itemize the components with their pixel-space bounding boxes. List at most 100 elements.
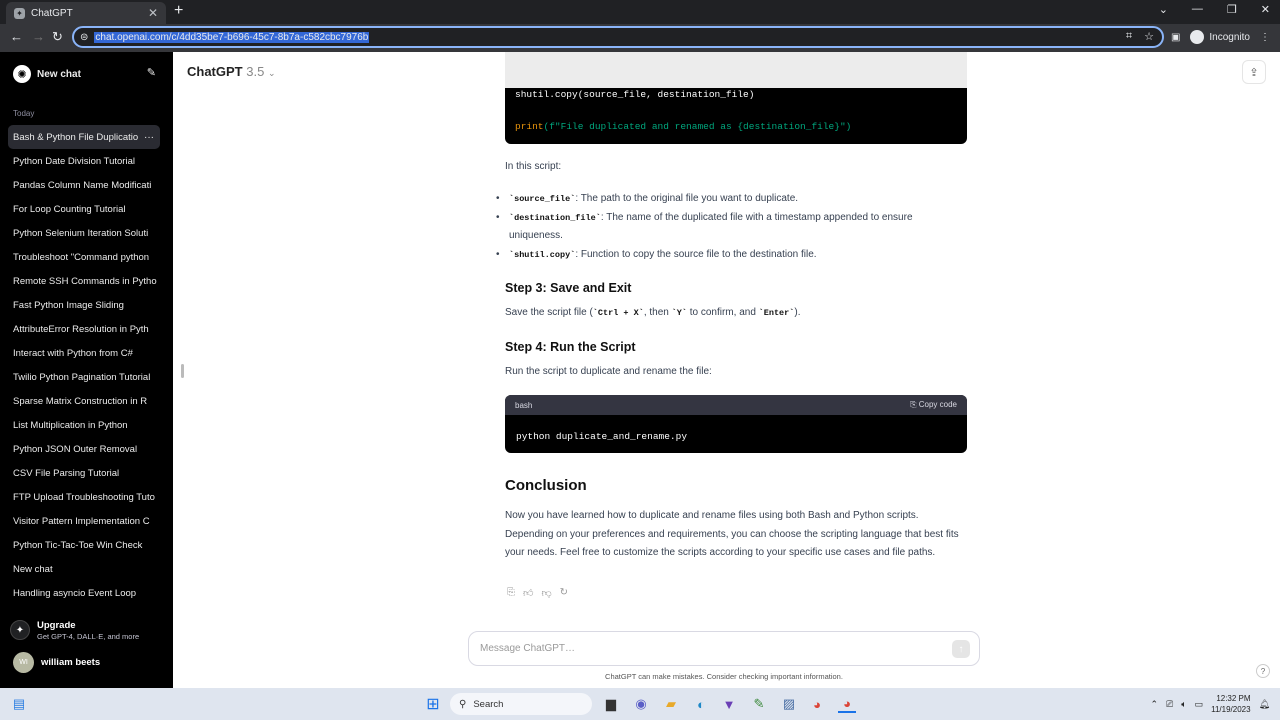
site-info-icon[interactable]: ⊜ [80, 32, 88, 43]
windows-start-icon[interactable]: ⊞ [424, 695, 442, 713]
incognito-eye-icon[interactable]: ⌗ [1126, 30, 1132, 43]
code-line: python duplicate_and_rename.py [516, 431, 688, 442]
incognito-profile-button[interactable]: Incognito [1190, 30, 1250, 44]
history-item[interactable]: New chat [8, 557, 160, 581]
history-item[interactable]: Python Tic-Tac-Toe Win Check [8, 533, 160, 557]
history-item[interactable]: Sparse Matrix Construction in R [8, 389, 160, 413]
code-block-header: bash ⎘ Copy code [505, 395, 967, 415]
close-window-icon[interactable]: ✕ [1261, 3, 1270, 16]
compose-icon[interactable]: ✎ [147, 66, 156, 79]
minimize-icon[interactable]: — [1192, 3, 1203, 16]
send-icon[interactable]: ↑ [952, 640, 970, 658]
history-item-label: Interact with Python from C# [13, 347, 133, 359]
sidebar-toggle-handle[interactable] [181, 364, 184, 378]
volume-icon[interactable]: 🔈︎ [1181, 699, 1186, 710]
url-text[interactable]: chat.openai.com/c/4dd35be7-b696-45c7-8b7… [94, 31, 370, 43]
thumbs-down-icon[interactable]: 👎︎ [541, 587, 551, 599]
history-item-label: List Multiplication in Python [13, 419, 128, 431]
browser-tab[interactable]: ✦ ChatGPT ✕ [6, 2, 166, 24]
task-view-icon[interactable]: ▆ [602, 695, 620, 713]
close-tab-icon[interactable]: ✕ [148, 6, 158, 20]
history-item[interactable]: Interact with Python from C# [8, 341, 160, 365]
bullet-list: `source_file`: The path to the original … [496, 190, 960, 264]
history-item[interactable]: FTP Upload Troubleshooting Tuto [8, 485, 160, 509]
new-chat-button[interactable]: ✺ New chat ✎ [8, 62, 166, 86]
notification-bell-icon[interactable]: 🔔︎ [1259, 699, 1270, 710]
help-icon[interactable]: ? [1256, 664, 1270, 678]
history-item-label: Python Selenium Iteration Soluti [13, 227, 149, 239]
paragraph: In this script: [505, 161, 562, 172]
browser-toolbar: ← → ↻ ⊜ chat.openai.com/c/4dd35be7-b696-… [0, 24, 1280, 52]
history-item[interactable]: Handling asyncio Event Loop [8, 581, 160, 605]
chat-app-icon[interactable]: ◉ [632, 695, 650, 713]
reload-icon[interactable]: ↻ [52, 29, 63, 45]
file-explorer-icon[interactable]: ▰ [662, 695, 680, 713]
side-panel-icon[interactable]: ▣ [1171, 32, 1180, 43]
window-controls: ⌄ — ❐ ✕ [1159, 3, 1270, 16]
image-viewer-icon[interactable]: ▨ [780, 695, 798, 713]
chrome-icon[interactable]: ◕ [808, 695, 826, 713]
text: Save the script file ( [505, 307, 593, 318]
history-item[interactable]: Python Date Division Tutorial [8, 149, 160, 173]
step3-paragraph: Save the script file (`Ctrl + X`, then `… [505, 304, 960, 323]
incognito-label: Incognito [1209, 31, 1250, 43]
history-item[interactable]: Twilio Python Pagination Tutorial [8, 365, 160, 389]
search-icon: ⚲ [459, 698, 467, 710]
inline-code: `shutil.copy` [509, 249, 576, 260]
history-item[interactable]: Python Selenium Iteration Soluti [8, 221, 160, 245]
edge-icon[interactable]: ◐ [692, 695, 710, 713]
code-block-faded-area [505, 52, 967, 88]
code-block-python: shutil.copy(source_file, destination_fil… [505, 52, 967, 144]
incognito-icon [1190, 30, 1205, 44]
back-icon[interactable]: ← [10, 29, 23, 44]
inline-code: `Ctrl + X` [592, 308, 644, 318]
step4-paragraph: Run the script to duplicate and rename t… [505, 366, 712, 377]
user-menu-button[interactable]: WI william beets [13, 652, 100, 673]
history-item[interactable]: Python JSON Outer Removal [8, 437, 160, 461]
history-item[interactable]: Pandas Column Name Modificati [8, 173, 160, 197]
history-item[interactable]: Fast Python Image Sliding [8, 293, 160, 317]
battery-icon[interactable]: ▭ [1195, 699, 1204, 710]
more-options-icon[interactable]: ··· [140, 131, 154, 143]
code-string: (f"File duplicated and renamed as {desti… [543, 121, 852, 132]
address-bar[interactable]: ⊜ chat.openai.com/c/4dd35be7-b696-45c7-8… [72, 26, 1164, 48]
bookmark-star-icon[interactable]: ☆ [1144, 30, 1154, 43]
history-item-label: Twilio Python Pagination Tutorial [13, 371, 151, 383]
upgrade-subtitle: Get GPT-4, DALL·E, and more [37, 632, 140, 641]
app-triangle-icon[interactable]: ▼ [720, 695, 738, 713]
history-item[interactable]: AttributeError Resolution in Pyth [8, 317, 160, 341]
history-item[interactable]: CSV File Parsing Tutorial [8, 461, 160, 485]
history-item[interactable]: Bash & Python File Duplicatio ··· [8, 125, 160, 149]
history-item[interactable]: Remote SSH Commands in Pytho [8, 269, 160, 293]
restore-icon[interactable]: ❐ [1227, 3, 1237, 16]
history-item[interactable]: Troubleshoot "Command python [8, 245, 160, 269]
model-version: 3.5 [246, 64, 265, 79]
sparkle-icon: ✦ [10, 620, 30, 640]
forward-icon[interactable]: → [32, 29, 45, 44]
chat-main: ChatGPT 3.5 ⌄ ⇪ shutil.copy(source_file,… [173, 52, 1280, 688]
step3-heading: Step 3: Save and Exit [505, 281, 632, 295]
share-icon[interactable]: ⇪ [1242, 60, 1266, 84]
message-input[interactable]: Message ChatGPT… ↑ [468, 631, 980, 666]
regenerate-icon[interactable]: ↻ [560, 587, 568, 599]
chevron-up-icon[interactable]: ⌃ [1150, 699, 1158, 710]
widgets-icon[interactable]: ▤ [10, 695, 28, 713]
new-tab-icon[interactable]: + [174, 2, 183, 20]
history-item[interactable]: List Multiplication in Python [8, 413, 160, 437]
model-selector[interactable]: ChatGPT 3.5 ⌄ [187, 64, 276, 79]
copy-icon[interactable]: ⎘ [507, 587, 515, 599]
copy-code-button[interactable]: ⎘ Copy code [910, 400, 957, 410]
notepad-icon[interactable]: ✎ [750, 695, 768, 713]
tab-search-icon[interactable]: ⌄ [1159, 3, 1168, 16]
clock[interactable]: 12:32 PM 11/19/2023 [1211, 693, 1250, 715]
taskbar-search[interactable]: ⚲ Search [450, 693, 592, 715]
thumbs-up-icon[interactable]: 👍︎ [523, 587, 533, 599]
upgrade-button[interactable]: ✦ Upgrade Get GPT-4, DALL·E, and more [10, 620, 139, 641]
history-item-label: AttributeError Resolution in Pyth [13, 323, 149, 335]
history-item[interactable]: For Loop Counting Tutorial [8, 197, 160, 221]
chrome-active-icon[interactable]: ◕ [838, 695, 856, 713]
menu-kebab-icon[interactable]: ⋮ [1260, 32, 1270, 43]
history-item[interactable]: Visitor Pattern Implementation C [8, 509, 160, 533]
code-block-bash: bash ⎘ Copy code python duplicate_and_re… [505, 395, 967, 453]
network-icon[interactable]: ⎚ [1166, 699, 1173, 710]
